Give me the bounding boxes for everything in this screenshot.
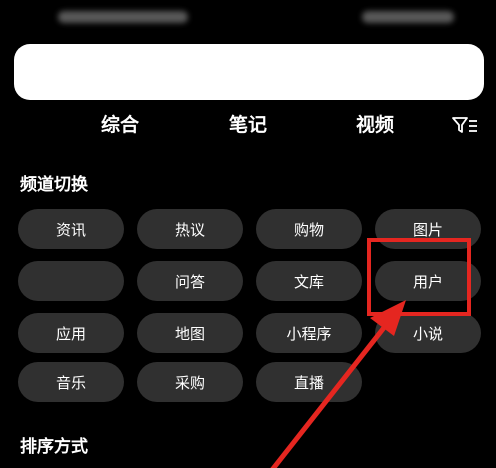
sort-section-title: 排序方式	[20, 437, 88, 457]
channel-chip-discussion[interactable]: 热议	[137, 209, 243, 249]
status-bar	[0, 0, 496, 34]
search-input[interactable]	[14, 44, 484, 100]
result-tabs: 综合 笔记 视频	[0, 110, 496, 140]
channel-chip-live[interactable]: 直播	[256, 362, 362, 402]
channel-chip-apps[interactable]: 应用	[18, 313, 124, 353]
channel-chip-shopping[interactable]: 购物	[256, 209, 362, 249]
channel-chip-music[interactable]: 音乐	[18, 362, 124, 402]
tab-comprehensive[interactable]: 综合	[101, 110, 139, 140]
channel-chip-qa[interactable]: 问答	[137, 261, 243, 301]
tab-notes[interactable]: 笔记	[229, 110, 267, 140]
filter-icon[interactable]	[452, 116, 478, 134]
channel-chip-library[interactable]: 文库	[256, 261, 362, 301]
annotation-highlight-box	[367, 238, 471, 316]
status-bar-left-blurred	[58, 11, 188, 23]
status-bar-right-blurred	[362, 11, 454, 23]
channel-chip-procurement[interactable]: 采购	[137, 362, 243, 402]
tab-video[interactable]: 视频	[356, 110, 394, 140]
channel-chip-mini-programs[interactable]: 小程序	[256, 313, 362, 353]
channel-chip-blurred[interactable]	[18, 261, 124, 301]
channel-chip-novels[interactable]: 小说	[375, 313, 481, 353]
channel-section-title: 频道切换	[20, 175, 88, 195]
channel-chip-news[interactable]: 资讯	[18, 209, 124, 249]
channel-chip-maps[interactable]: 地图	[137, 313, 243, 353]
